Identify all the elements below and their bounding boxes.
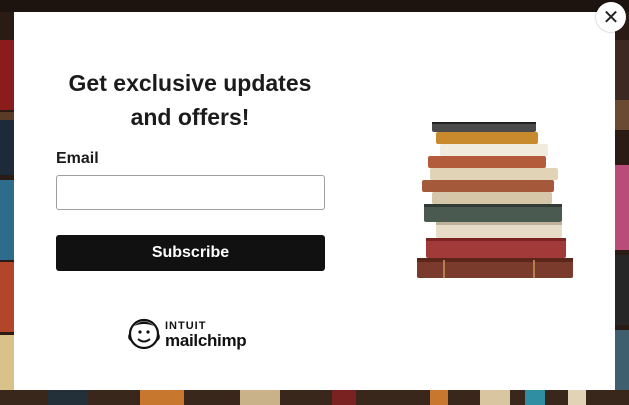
email-label: Email xyxy=(56,150,99,167)
close-icon: ✕ xyxy=(602,5,620,29)
book-spine xyxy=(525,390,545,405)
book-spine xyxy=(615,330,629,390)
book-spine xyxy=(0,335,14,390)
book-spine xyxy=(140,390,184,405)
close-button[interactable]: ✕ xyxy=(596,2,626,32)
book-spine xyxy=(615,165,629,250)
popup-headline: Get exclusive updates and offers! xyxy=(68,70,312,130)
email-field[interactable] xyxy=(56,175,325,210)
mailchimp-freddie-logo-icon xyxy=(128,318,160,350)
subscribe-button[interactable]: Subscribe xyxy=(56,235,325,271)
book-spine xyxy=(332,390,356,405)
book-spine xyxy=(430,390,448,405)
book-spine xyxy=(0,112,14,120)
shelf-top xyxy=(0,0,629,12)
signup-popup: Get exclusive updates and offers! Email … xyxy=(14,12,615,390)
book-spine xyxy=(240,390,280,405)
stacked-books-illustration-icon xyxy=(417,122,573,278)
book-spine xyxy=(615,100,629,130)
book-spine xyxy=(568,390,586,405)
book-spine xyxy=(480,390,510,405)
mailchimp-brand[interactable]: INTUIT mailchimp xyxy=(128,316,258,350)
book-spine xyxy=(0,180,14,260)
brand-mailchimp-text: mailchimp xyxy=(165,331,247,350)
book-spine xyxy=(0,40,14,110)
book-spine xyxy=(48,390,88,405)
book-spine xyxy=(0,262,14,332)
book-spine xyxy=(615,40,629,100)
book-spine xyxy=(615,255,629,325)
book-spine xyxy=(0,120,14,175)
